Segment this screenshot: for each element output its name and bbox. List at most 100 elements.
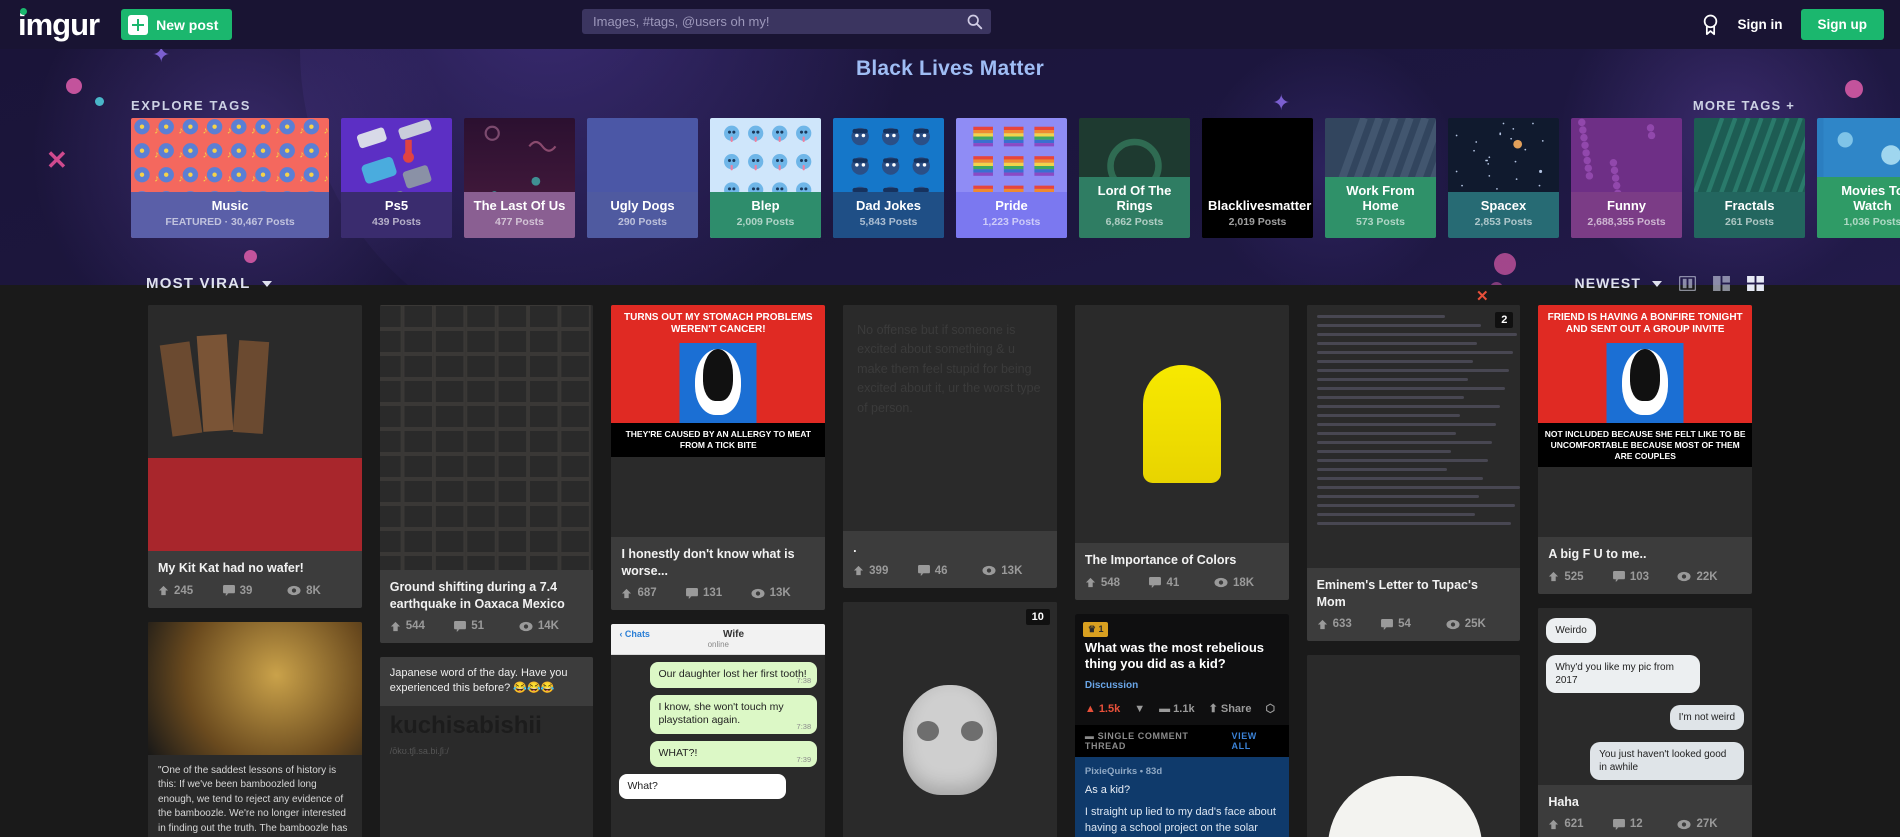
card-image: Japanese word of the day. Have you exper… [380, 657, 594, 837]
tag-name: Movies To Watch [1823, 183, 1900, 214]
meme-top-text: TURNS OUT MY STOMACH PROBLEMS WEREN'T CA… [611, 305, 825, 343]
medium-grid-view-icon[interactable] [1713, 276, 1730, 291]
skull-shape [903, 685, 997, 795]
stat-views: 8K [287, 585, 352, 597]
single-comment-thread-bar[interactable]: ▬ SINGLE COMMENT THREAD VIEW ALL [1075, 725, 1289, 757]
explore-tag-the-last-of-us[interactable]: The Last Of Us 477 Posts [464, 118, 575, 238]
comment-bubble-icon[interactable]: ▬ 1.1k [1159, 703, 1194, 715]
stat-views: 14K [519, 620, 584, 632]
upvote-arrow-icon[interactable]: ▲ 1.5k [1085, 703, 1120, 715]
logo-dot-icon [20, 8, 27, 15]
upvote-arrow-icon [158, 585, 169, 596]
tag-post-count: 6,862 Posts [1085, 216, 1184, 229]
sort-newest-dropdown[interactable]: NEWEST [1575, 275, 1663, 291]
gallery-sort-bar: MOST VIRAL NEWEST [0, 270, 1900, 308]
tag-post-count: 5,843 Posts [839, 216, 938, 229]
eye-icon [982, 565, 996, 576]
stat-comments: 12 [1613, 818, 1678, 830]
explore-tag-lord-of-the-rings[interactable]: Lord Of The Rings 6,862 Posts [1079, 118, 1190, 238]
tag-name: Fractals [1700, 198, 1799, 213]
eye-icon [287, 585, 301, 596]
gallery-post-card[interactable]: WeirdoWhy'd you like my pic from 2017I'm… [1538, 608, 1752, 837]
card-title: Ground shifting during a 7.4 earthquake … [390, 579, 584, 612]
more-tags-button[interactable]: MORE TAGS + [1693, 98, 1795, 113]
explore-tag-ugly-dogs[interactable]: Ugly Dogs 290 Posts [587, 118, 698, 238]
gallery-post-card[interactable]: No offense but if someone is excited abo… [843, 305, 1057, 588]
stat-points: 525 [1548, 571, 1613, 583]
explore-tag-dad-jokes[interactable]: Dad Jokes 5,843 Posts [833, 118, 944, 238]
card-image: TURNS OUT MY STOMACH PROBLEMS WEREN'T CA… [611, 305, 825, 537]
gallery-post-card[interactable]: TURNS OUT MY STOMACH PROBLEMS WEREN'T CA… [611, 305, 825, 610]
tag-name: Ugly Dogs [593, 198, 692, 213]
svg-text:♪: ♪ [275, 149, 280, 160]
card-info: . 399 46 13K [843, 531, 1057, 588]
explore-tag-music[interactable]: ♪♪♪♪♪♪♪♪♪♪♪♪♪♪♪♪♪♪♪♪♪♪♪♪♪♪♪♪♪♪♪♪♪♪♪♪♪♪♪♪… [131, 118, 329, 238]
card-stats: 621 12 27K [1548, 818, 1742, 830]
comment-line-1: As a kid? [1085, 784, 1279, 796]
gallery-post-card[interactable]: ‹ Chats Wifeonline Our daughter lost her… [611, 624, 825, 837]
card-image [1307, 655, 1521, 837]
svg-text:♪: ♪ [324, 149, 329, 160]
explore-tag-funny[interactable]: Funny 2,688,355 Posts [1571, 118, 1682, 238]
gallery-post-card[interactable]: 10 [843, 602, 1057, 837]
downvote-arrow-icon[interactable]: ▼ [1134, 703, 1145, 715]
svg-text:♪: ♪ [251, 149, 256, 160]
chat-message: WHAT?!7:39 [650, 741, 817, 767]
sort-most-viral-dropdown[interactable]: MOST VIRAL [146, 275, 272, 292]
tag-name: The Last Of Us [470, 198, 569, 213]
tag-name: Blacklivesmatter [1208, 198, 1307, 213]
explore-tag-blacklivesmatter[interactable]: Blacklivesmatter 2,019 Posts [1202, 118, 1313, 238]
explore-tags-list: ♪♪♪♪♪♪♪♪♪♪♪♪♪♪♪♪♪♪♪♪♪♪♪♪♪♪♪♪♪♪♪♪♪♪♪♪♪♪♪♪… [131, 118, 1900, 238]
gallery-post-card[interactable]: Japanese word of the day. Have you exper… [380, 657, 594, 837]
gallery-post-card[interactable]: FRIEND IS HAVING A BONFIRE TONIGHT AND S… [1538, 305, 1752, 594]
explore-tag-blep[interactable]: Blep 2,009 Posts [710, 118, 821, 238]
svg-text:♪: ♪ [203, 125, 208, 136]
stat-comments: 103 [1613, 571, 1678, 583]
svg-text:♪: ♪ [203, 173, 208, 184]
tag-post-count: 261 Posts [1700, 216, 1799, 229]
gallery-post-card[interactable]: Ground shifting during a 7.4 earthquake … [380, 305, 594, 643]
explore-tag-movies-to-watch[interactable]: Movies To Watch 1,036 Posts [1817, 118, 1900, 238]
feed-column-2: Ground shifting during a 7.4 earthquake … [380, 305, 594, 837]
small-grid-view-icon[interactable] [1747, 276, 1764, 291]
eye-icon [1214, 577, 1228, 588]
gallery-post-card[interactable]: ♛ 1 What was the most rebelious thing yo… [1075, 614, 1289, 837]
gallery-post-card[interactable]: The Importance of Colors 548 41 18K [1075, 305, 1289, 600]
search-input[interactable] [582, 14, 957, 29]
eye-icon [1677, 571, 1691, 582]
chat-message: Our daughter lost her first tooth!7:38 [650, 662, 817, 688]
sign-up-button[interactable]: Sign up [1801, 9, 1885, 40]
gallery-post-card[interactable]: My Kit Kat had no wafer! 245 39 8K [148, 305, 362, 608]
tag-name: Spacex [1454, 198, 1553, 213]
new-post-button[interactable]: New post [121, 9, 232, 40]
explore-tag-work-from-home[interactable]: Work From Home 573 Posts [1325, 118, 1436, 238]
explore-tag-fractals[interactable]: Fractals 261 Posts [1694, 118, 1805, 238]
meme-top-text: FRIEND IS HAVING A BONFIRE TONIGHT AND S… [1538, 305, 1752, 343]
gallery-post-card[interactable]: "One of the saddest lessons of history i… [148, 622, 362, 837]
gallery-feed: My Kit Kat had no wafer! 245 39 8K "One … [148, 305, 1752, 837]
explore-tag-ps5[interactable]: Ps5 439 Posts [341, 118, 452, 238]
sign-in-button[interactable]: Sign in [1738, 17, 1783, 32]
imgur-logo[interactable]: imgur [18, 9, 99, 40]
view-all-button[interactable]: VIEW ALL [1232, 731, 1279, 751]
explore-tag-spacex[interactable]: Spacex 2,853 Posts [1448, 118, 1559, 238]
gallery-post-card[interactable] [1307, 655, 1521, 837]
close-icon[interactable]: ✕ [1476, 287, 1489, 305]
award-ribbon-icon[interactable] [1701, 14, 1720, 36]
eye-icon [1677, 819, 1691, 830]
black-lives-matter-banner[interactable]: Black Lives Matter [0, 57, 1900, 81]
stat-points: 544 [390, 620, 455, 632]
tag-post-count: 573 Posts [1331, 216, 1430, 229]
favorite-icon[interactable]: ⬡ [1265, 702, 1275, 715]
stat-comments: 131 [686, 587, 751, 599]
share-icon[interactable]: ⬆ Share [1209, 702, 1252, 715]
search-icon[interactable] [957, 9, 991, 34]
single-column-view-icon[interactable] [1679, 276, 1696, 291]
explore-tag-pride[interactable]: Pride 1,223 Posts [956, 118, 1067, 238]
discussion-actions[interactable]: ▲ 1.5k ▼ ▬ 1.1k ⬆ Share ⬡ [1075, 691, 1289, 725]
gallery-post-card[interactable]: 2 Eminem's Letter to Tupac's Mom 633 54 … [1307, 305, 1521, 641]
card-caption: Japanese word of the day. Have you exper… [380, 657, 594, 706]
comment-line-2: I straight up lied to my dad's face abou… [1085, 805, 1279, 837]
svg-text:♪: ♪ [275, 173, 280, 184]
search-bar[interactable] [582, 9, 991, 34]
